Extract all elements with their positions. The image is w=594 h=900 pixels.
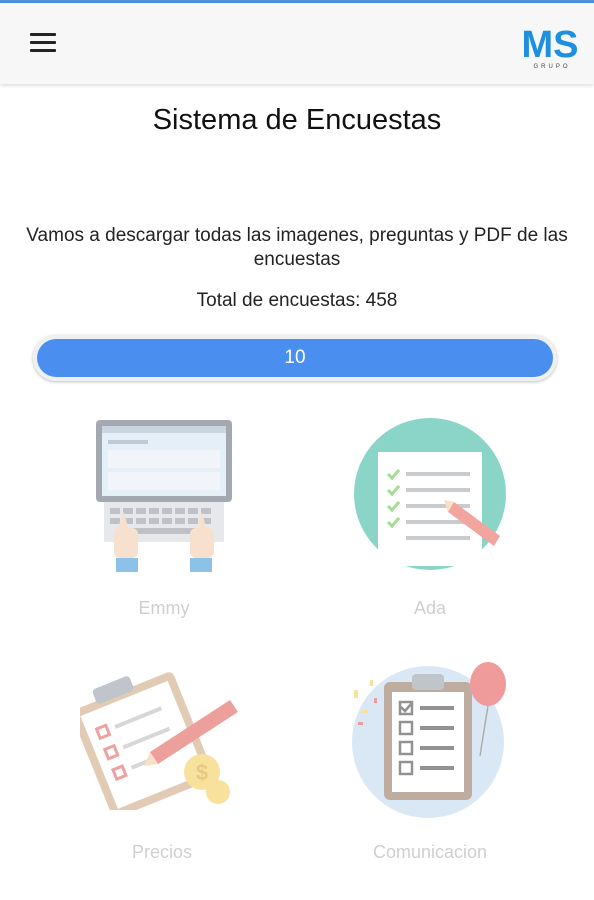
grupo-ms-logo: MS GRUPO <box>522 24 579 70</box>
survey-tile-label: Emmy <box>138 598 190 618</box>
survey-tile-precios[interactable]: $ Precios <box>80 660 244 870</box>
survey-tile-label: Ada <box>413 598 447 618</box>
survey-tile-label: Precios <box>131 842 193 862</box>
checklist-document-icon <box>354 418 506 570</box>
survey-tile-emmy[interactable]: Emmy <box>84 416 244 626</box>
laptop-icon <box>96 420 232 572</box>
app-bar: MS GRUPO <box>0 3 594 84</box>
survey-tile-comunicacion[interactable]: Comunicacion <box>348 660 512 870</box>
svg-text:MS: MS <box>522 24 579 66</box>
survey-tile-ada[interactable]: Ada <box>350 416 510 626</box>
progress-label: 10 <box>284 347 306 368</box>
download-progress-bar: 10 <box>33 335 557 381</box>
survey-tile-label: Comunicacion <box>372 842 488 862</box>
progress-fill: 10 <box>37 339 553 377</box>
clipboard-balloon-icon <box>352 662 506 818</box>
download-description: Vamos a descargar todas las imagenes, pr… <box>26 225 568 270</box>
clipboard-pencil-icon: $ <box>80 672 238 810</box>
page-title: Sistema de Encuestas <box>152 104 442 136</box>
svg-text:GRUPO: GRUPO <box>533 64 570 70</box>
total-surveys-label: Total de encuestas: 458 <box>196 290 398 311</box>
svg-text:$: $ <box>196 760 208 785</box>
hamburger-menu-icon[interactable] <box>30 33 58 55</box>
